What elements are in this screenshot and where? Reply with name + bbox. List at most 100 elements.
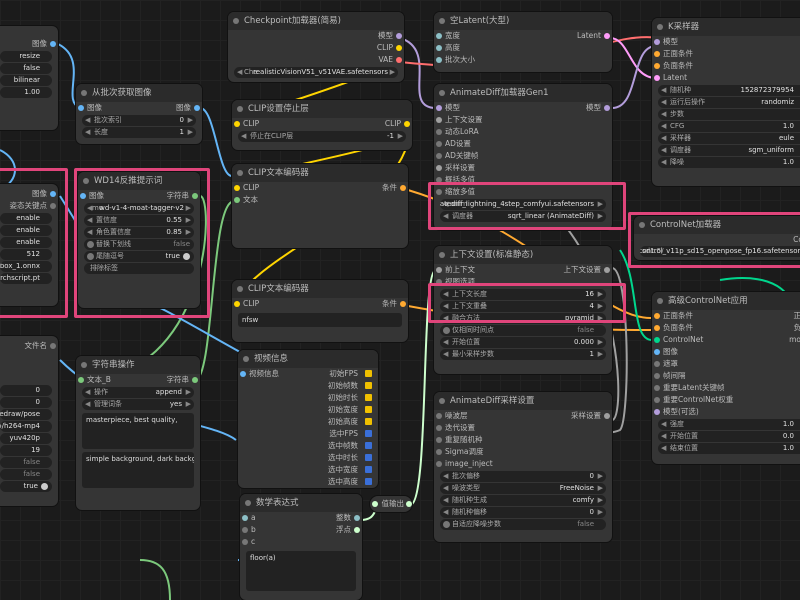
node-title[interactable]: WD14反推提示词 <box>78 172 200 190</box>
widget-context-length[interactable]: ◀ 上下文长度 16 ▶ <box>440 289 606 300</box>
node-clip-set-last-layer[interactable]: CLIP设置停止层 CLIP CLIP ◀ 停止在CLIP层 -1 ▶ <box>232 100 412 150</box>
port-dot[interactable] <box>50 191 56 197</box>
widget-length[interactable]: ◀ 长度 1 ▶ <box>82 127 196 138</box>
input-positive[interactable]: 正面条件 <box>652 48 800 60</box>
node-title[interactable]: 字符串操作 <box>76 356 200 374</box>
node-title[interactable]: 上下文设置(标准静态) <box>434 246 612 264</box>
port-dot[interactable] <box>400 301 406 307</box>
port-dot[interactable] <box>654 39 660 45</box>
input-timestep-kf[interactable]: 帧间隔 <box>652 370 800 382</box>
widget-after-run[interactable]: ◀ 运行后操作 randomiz <box>658 97 800 108</box>
widget-frame-rate[interactable]: 0 <box>0 385 52 396</box>
widget-detect-hand[interactable]: enable <box>0 213 52 224</box>
port-dot[interactable] <box>406 501 412 507</box>
widget-detect-face[interactable]: enable <box>0 237 52 248</box>
output-swatch[interactable] <box>365 382 372 389</box>
node-video-info[interactable]: 视频信息 视频信息 初始FPS 初始帧数 初始时长 初始宽度 初始高度 选中FPS 选中帧数… <box>238 350 378 488</box>
output-swatch[interactable] <box>365 430 372 437</box>
widget-same-timestep[interactable]: 仅相同时间点 false <box>440 325 606 336</box>
widget-guarantee-steps[interactable]: ◀ 最小采样步数 1 ▶ <box>440 349 606 360</box>
port-dot[interactable] <box>436 449 442 455</box>
port-dot[interactable] <box>654 361 660 367</box>
port-dot[interactable] <box>436 129 442 135</box>
input-view-options[interactable]: 视图选项 <box>434 276 612 288</box>
input-iteration-opts[interactable]: 迭代设置 <box>434 422 612 434</box>
port-dot[interactable] <box>604 267 610 273</box>
port-dot[interactable] <box>436 57 442 63</box>
output-filenames[interactable]: 文件名 <box>0 340 58 352</box>
port-dot[interactable] <box>192 193 198 199</box>
node-string-operation[interactable]: 字符串操作 文本_B 字符串 ◀ 操作 append ▶ ◀ 管理词条 yes ▶ maste… <box>76 356 200 510</box>
port-dot[interactable] <box>242 515 248 521</box>
port-dot[interactable] <box>436 461 442 467</box>
output-controlnet[interactable]: Co <box>634 234 800 246</box>
node-math-expression[interactable]: 数学表达式 a 整数 b 浮点 c floor(a) <box>240 494 362 600</box>
input-sigma-schedule[interactable]: Sigma调度 <box>434 446 612 458</box>
collapse-dot[interactable] <box>233 18 239 24</box>
node-title[interactable]: 视频信息 <box>238 350 378 368</box>
widget-batch-index[interactable]: ◀ 批次索引 0 ▶ <box>82 115 196 126</box>
port-dot[interactable] <box>50 41 56 47</box>
port-dot[interactable] <box>436 33 442 39</box>
input-image-inject[interactable]: image_inject <box>434 458 612 470</box>
widget-resolution[interactable]: 512 <box>0 249 52 260</box>
node-title[interactable]: CLIP设置停止层 <box>232 100 412 118</box>
collapse-dot[interactable] <box>243 356 249 362</box>
collapse-dot[interactable] <box>81 90 87 96</box>
port-dot[interactable] <box>654 385 660 391</box>
node-advanced-controlnet-apply[interactable]: 高级ControlNet应用 正面条件正 负面条件负 ControlNet mo … <box>652 292 800 464</box>
node-title[interactable]: CLIP文本编码器 <box>232 164 408 182</box>
collapse-dot[interactable] <box>81 362 87 368</box>
output-2[interactable]: 初始时长 <box>238 392 378 404</box>
widget-context-overlap[interactable]: ◀ 上下文重叠 4 ▶ <box>440 301 606 312</box>
node-reroute[interactable]: 值输出 <box>370 496 412 512</box>
collapse-dot[interactable] <box>657 24 663 30</box>
input-image[interactable]: 图像 <box>652 346 800 358</box>
port-dot[interactable] <box>234 121 240 127</box>
widget-fuse-method[interactable]: ◀ 融合方法 pyramid ▶ <box>440 313 606 324</box>
port-dot[interactable] <box>234 185 240 191</box>
text-a-textarea[interactable]: masterpiece, best quality, <box>82 413 194 449</box>
node-title[interactable]: 数学表达式 <box>240 494 362 512</box>
output-swatch[interactable] <box>365 454 372 461</box>
output-swatch[interactable] <box>365 478 372 485</box>
input-seed-override[interactable]: 重复随机种 <box>434 434 612 446</box>
port-dot[interactable] <box>604 33 610 39</box>
node-dwpose[interactable]: 图像 姿态关键点 enable enable enable 512 dw-ll_… <box>0 184 58 306</box>
port-dot[interactable] <box>194 105 200 111</box>
input-ad-settings[interactable]: AD设置 <box>434 138 612 150</box>
widget-sampler[interactable]: ◀ 采样器 eule <box>658 133 800 144</box>
widget-detect-body[interactable]: enable <box>0 225 52 236</box>
output-swatch[interactable] <box>365 406 372 413</box>
input-ad-keyframes[interactable]: AD关键帧 <box>434 150 612 162</box>
node-title[interactable]: 高级ControlNet应用 <box>652 292 800 310</box>
collapse-dot[interactable] <box>439 252 445 258</box>
input-weights[interactable]: 重要ControlNet权重 <box>652 394 800 406</box>
node-get-image-from-batch[interactable]: 从批次获取图像 图像 图像 ◀ 批次索引 0 ▶ ◀ 长度 1 ▶ <box>76 84 202 144</box>
node-title[interactable]: 空Latent(大型) <box>434 12 612 30</box>
collapse-dot[interactable] <box>439 398 445 404</box>
input-model[interactable]: 模型 <box>652 36 800 48</box>
collapse-dot[interactable] <box>237 286 243 292</box>
port-dot[interactable] <box>436 105 442 111</box>
port-dot[interactable] <box>654 51 660 57</box>
input-sample-settings[interactable]: 采样设置 <box>434 162 612 174</box>
port-dot[interactable] <box>240 371 246 377</box>
port-dot[interactable] <box>50 203 56 209</box>
output-6[interactable]: 选中帧数 <box>238 440 378 452</box>
input-model-optional[interactable]: 模型(可选) <box>652 406 800 418</box>
port-dot[interactable] <box>436 437 442 443</box>
port-dot[interactable] <box>436 165 442 171</box>
widget-steps[interactable]: ◀ 步数 <box>658 109 800 120</box>
widget-beta-schedule[interactable]: ◀ 调度器 sqrt_linear (AnimateDiff) ▶ <box>440 211 606 222</box>
collapse-dot[interactable] <box>639 222 645 228</box>
widget-loop-count[interactable]: 0 <box>0 397 52 408</box>
widget-seed-gen[interactable]: ◀ 随机种生成 comfy ▶ <box>440 495 606 506</box>
widget-save-output[interactable]: true <box>0 481 52 492</box>
port-dot[interactable] <box>436 141 442 147</box>
node-empty-latent[interactable]: 空Latent(大型) 宽度 Latent 高度 批次大小 <box>434 12 612 72</box>
widget-format[interactable]: video/h264-mp4 <box>0 421 52 432</box>
input-latent[interactable]: Latent <box>652 72 800 84</box>
widget-threshold[interactable]: ◀ 置信度 0.55 ▶ <box>84 215 194 226</box>
collapse-dot[interactable] <box>439 18 445 24</box>
